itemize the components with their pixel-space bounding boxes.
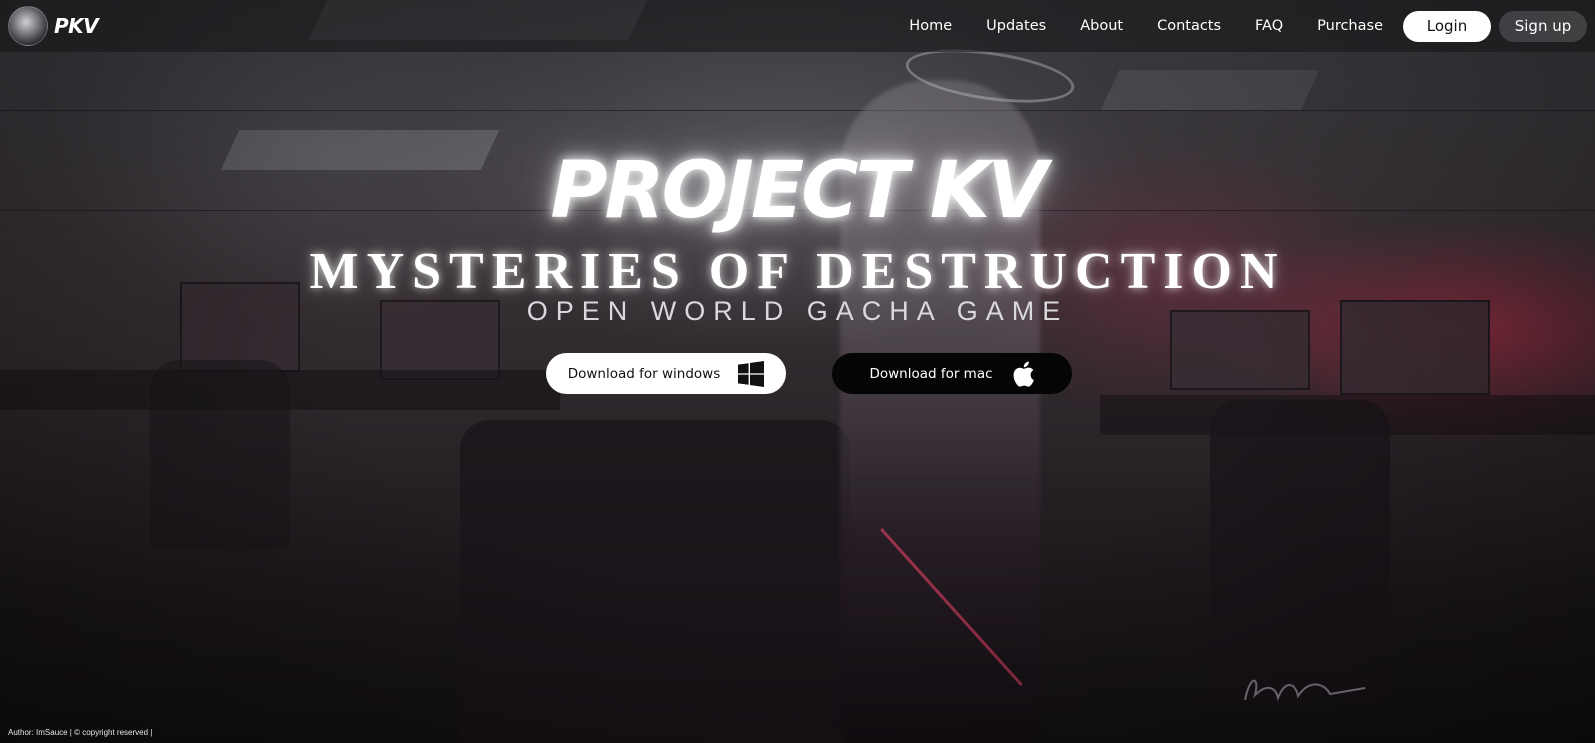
nav-links: Home Updates About Contacts FAQ Purchase… bbox=[909, 10, 1587, 42]
apple-icon bbox=[1011, 360, 1035, 388]
nav-updates-link[interactable]: Updates bbox=[986, 18, 1046, 34]
hero-tagline: OPEN WORLD GACHA GAME bbox=[526, 296, 1069, 326]
hero-subtitle: MYSTERIES OF DESTRUCTION bbox=[309, 243, 1286, 300]
download-windows-button[interactable]: Download for windows bbox=[546, 353, 786, 394]
nav-purchase-link[interactable]: Purchase bbox=[1317, 18, 1383, 34]
nav-home-link[interactable]: Home bbox=[909, 18, 952, 34]
download-mac-label: Download for mac bbox=[869, 365, 993, 382]
nav-faq-link[interactable]: FAQ bbox=[1255, 18, 1283, 34]
windows-icon bbox=[738, 360, 765, 387]
download-windows-label: Download for windows bbox=[567, 365, 721, 382]
top-navbar: PKV Home Updates About Contacts FAQ Purc… bbox=[0, 0, 1595, 52]
hero-title: PROJECT KV bbox=[550, 146, 1047, 236]
login-button[interactable]: Login bbox=[1403, 10, 1491, 42]
author-credit: Author: ImSauce | © copyright reserved | bbox=[8, 728, 153, 737]
vignette bbox=[0, 0, 1595, 743]
hero-background bbox=[0, 0, 1595, 743]
download-mac-button[interactable]: Download for mac bbox=[832, 353, 1072, 394]
nav-about-link[interactable]: About bbox=[1080, 18, 1123, 34]
logo-text: PKV bbox=[54, 14, 99, 38]
artist-signature bbox=[1244, 679, 1366, 702]
nav-contacts-link[interactable]: Contacts bbox=[1157, 18, 1221, 34]
logo-avatar-icon bbox=[8, 6, 48, 46]
brand-logo[interactable]: PKV bbox=[8, 6, 99, 46]
signup-button[interactable]: Sign up bbox=[1499, 10, 1587, 42]
